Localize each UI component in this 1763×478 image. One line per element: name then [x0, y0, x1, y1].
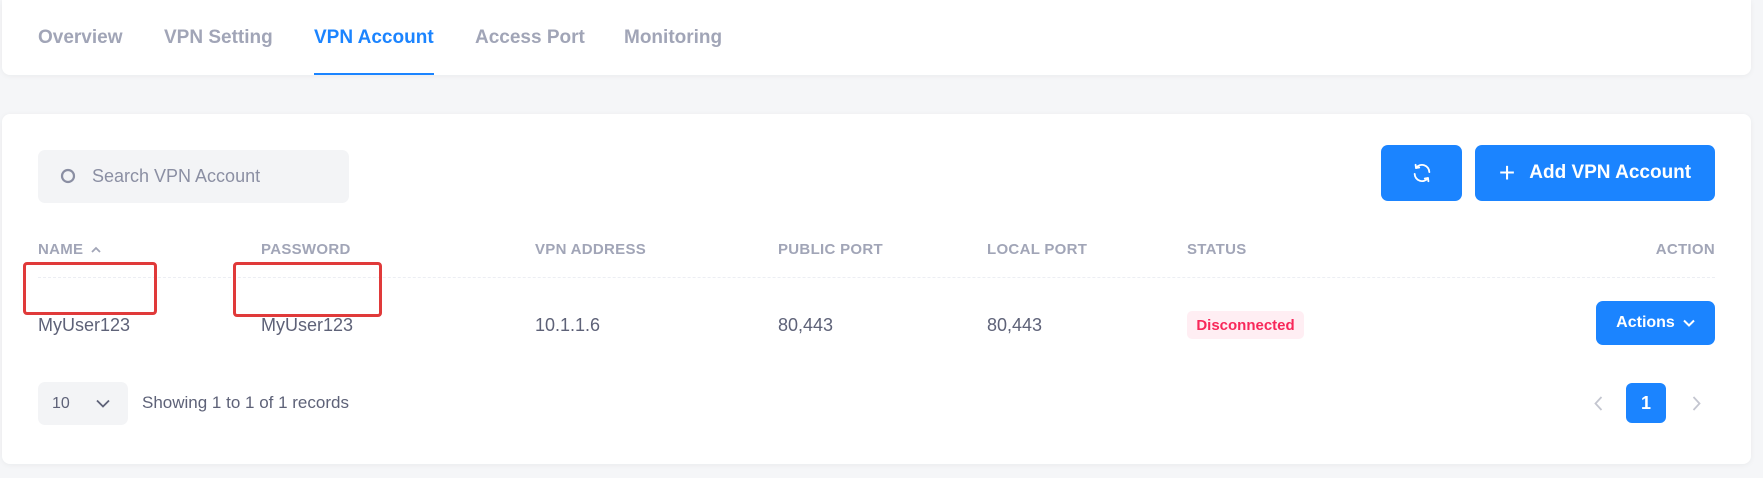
- cell-vpn-address: 10.1.1.6: [535, 314, 601, 335]
- pagination-prev-button[interactable]: [1586, 391, 1610, 415]
- column-header-public-port: PUBLIC PORT: [778, 240, 883, 258]
- tab-vpn-account[interactable]: VPN Account: [314, 0, 434, 75]
- chevron-down-icon: [1683, 319, 1695, 327]
- chevron-left-icon: [1593, 395, 1602, 411]
- pagination-next-button[interactable]: [1684, 391, 1708, 415]
- column-header-name[interactable]: NAME: [38, 238, 102, 260]
- name-highlight-box: [23, 262, 157, 315]
- cell-local-port: 80,443: [987, 314, 1043, 335]
- column-header-action: ACTION: [1655, 240, 1715, 258]
- column-header-vpn-address: VPN ADDRESS: [535, 240, 647, 258]
- status-badge: Disconnected: [1187, 311, 1304, 339]
- password-highlight-box: [233, 262, 382, 317]
- actions-label: Actions: [1616, 314, 1675, 331]
- page-size-select[interactable]: 10: [38, 382, 128, 425]
- search-input[interactable]: [92, 150, 342, 203]
- plus-icon: +: [1498, 157, 1516, 188]
- page-size-value: 10: [52, 394, 70, 412]
- tab-access-port[interactable]: Access Port: [475, 0, 585, 75]
- actions-dropdown-button[interactable]: Actions: [1596, 301, 1715, 345]
- tab-vpn-setting[interactable]: VPN Setting: [164, 0, 273, 75]
- vpn-account-card: + Add VPN Account NAME PASSWORD VPN ADDR…: [2, 114, 1751, 464]
- refresh-button[interactable]: [1381, 145, 1462, 201]
- chevron-right-icon: [1692, 395, 1701, 411]
- pagination-page-1[interactable]: 1: [1626, 383, 1666, 423]
- chevron-down-icon: [96, 399, 110, 408]
- tab-overview[interactable]: Overview: [38, 0, 123, 75]
- search-icon: [60, 168, 76, 184]
- tabs-bar: Overview VPN Setting VPN Account Access …: [2, 0, 1751, 75]
- column-header-status: STATUS: [1187, 240, 1247, 258]
- cell-public-port: 80,443: [778, 314, 834, 335]
- tab-monitoring[interactable]: Monitoring: [624, 0, 722, 75]
- column-header-local-port: LOCAL PORT: [987, 240, 1088, 258]
- search-box: [38, 150, 349, 203]
- cell-name: MyUser123: [38, 314, 131, 335]
- add-vpn-account-button[interactable]: + Add VPN Account: [1475, 145, 1715, 201]
- cell-password: MyUser123: [261, 314, 354, 335]
- sort-ascending-icon: [91, 246, 102, 253]
- add-vpn-account-label: Add VPN Account: [1529, 162, 1692, 183]
- records-info: Showing 1 to 1 of 1 records: [142, 393, 349, 412]
- refresh-icon: [1413, 163, 1430, 183]
- column-header-password: PASSWORD: [261, 240, 351, 258]
